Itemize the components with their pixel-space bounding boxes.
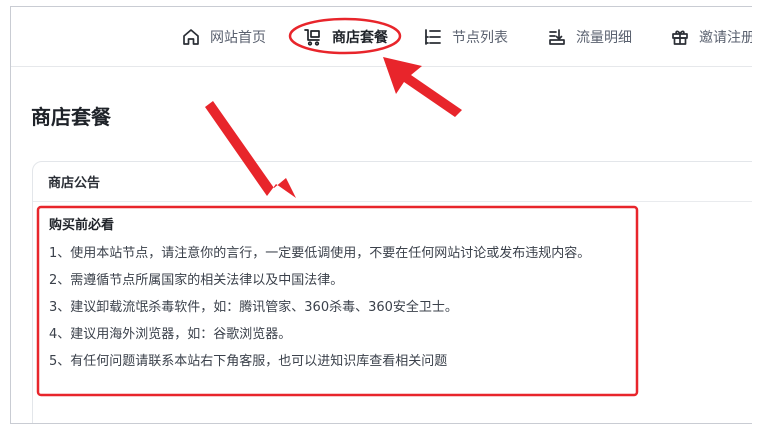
nav-label: 节点列表 [452,30,508,46]
home-icon [183,29,199,45]
notice-item: 5、有任何问题请联系本站右下角客服，也可以进知识库查看相关问题 [49,354,448,369]
card-header: 商店公告 [33,162,752,202]
nav-label: 网站首页 [210,30,266,46]
cart-icon [304,29,320,46]
notice-list: 1、使用本站节点，请注意你的言行，一定要低调使用，不要在任何网站讨论或发布违规内… [49,244,752,379]
nav-label: 邀请注册 [699,30,752,46]
notice-item: 2、需遵循节点所属国家的相关法律以及中国法律。 [49,273,344,288]
notice-item: 3、建议卸载流氓杀毒软件，如：腾讯管家、360杀毒、360安全卫士。 [49,300,458,315]
nav-item-invite[interactable]: 邀请注册 [670,25,752,49]
notice-item: 4、建议用海外浏览器，如：谷歌浏览器。 [49,327,292,342]
nav-item-traffic[interactable]: 流量明细 [547,25,632,49]
notice-item: 1、使用本站节点，请注意你的言行，一定要低调使用，不要在任何网站讨论或发布违规内… [49,246,591,261]
nav-item-nodes[interactable]: 节点列表 [423,25,508,49]
list-icon [425,29,441,45]
app-window: 网站首页 商店套餐 节点列表 流量明细 邀请注册 商店套餐 商店公告 购买前必看… [10,6,752,424]
nav-item-home[interactable]: 网站首页 [181,25,266,49]
card-body: 购买前必看 1、使用本站节点，请注意你的言行，一定要低调使用，不要在任何网站讨论… [33,202,752,379]
gift-icon [672,30,688,45]
traffic-icon [549,29,565,45]
nav-label: 商店套餐 [332,30,388,46]
nav-label: 流量明细 [576,30,632,46]
page-title: 商店套餐 [31,105,111,129]
notice-title: 购买前必看 [49,218,115,233]
announcement-card: 商店公告 购买前必看 1、使用本站节点，请注意你的言行，一定要低调使用，不要在任… [32,161,752,423]
top-navigation: 网站首页 商店套餐 节点列表 流量明细 邀请注册 [11,7,752,67]
nav-item-shop[interactable]: 商店套餐 [303,25,388,49]
